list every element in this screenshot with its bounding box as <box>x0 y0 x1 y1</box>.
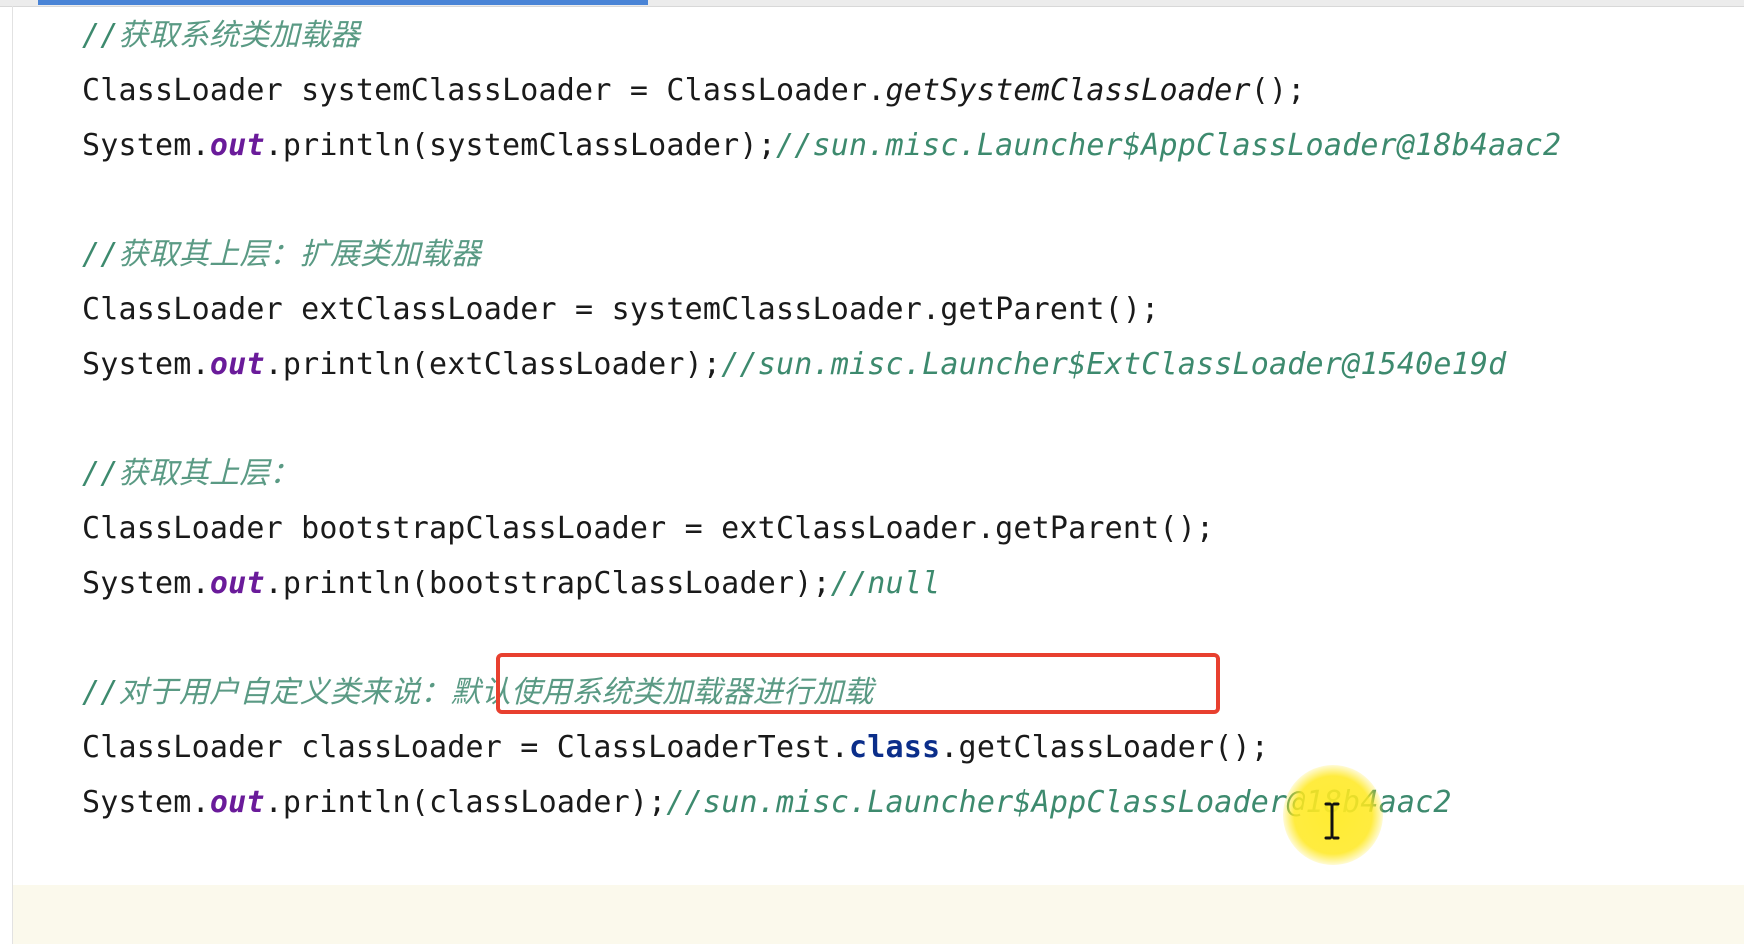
code-comment-line: //获取系统类加载器 <box>82 8 1722 63</box>
comment-chinese-text: 获取其上层：扩展类加载器 <box>118 237 481 272</box>
comment-chinese-text: 获取其上层： <box>118 456 300 491</box>
comment-text: //获取其上层： <box>82 456 300 491</box>
code-line: ClassLoader bootstrapClassLoader = extCl… <box>82 501 1722 556</box>
code-token-plain: ClassLoader extClassLoader = systemClass… <box>82 292 1160 327</box>
code-comment-line: //获取其上层：扩展类加载器 <box>82 227 1722 282</box>
comment-text: //获取系统类加载器 <box>82 18 360 53</box>
comment-symbol-text: // <box>82 456 119 491</box>
annotation-highlight-box <box>496 653 1220 714</box>
code-line: System.out.println(systemClassLoader);//… <box>82 118 1722 173</box>
code-token-comment: //sun.misc.Launcher$AppClassLoader@18b4a… <box>775 128 1562 163</box>
code-line: System.out.println(bootstrapClassLoader)… <box>82 556 1722 611</box>
code-line: ClassLoader extClassLoader = systemClass… <box>82 282 1722 337</box>
code-line: ClassLoader classLoader = ClassLoaderTes… <box>82 720 1722 775</box>
code-token-plain: ClassLoader classLoader = ClassLoaderTes… <box>82 730 849 765</box>
editor-gutter <box>12 6 13 944</box>
code-line: System.out.println(classLoader);//sun.mi… <box>82 775 1722 830</box>
code-token-plain: ClassLoader systemClassLoader = ClassLoa… <box>82 73 886 108</box>
code-token-plain: ClassLoader bootstrapClassLoader = extCl… <box>82 511 1215 546</box>
code-token-comment: //sun.misc.Launcher$ExtClassLoader@1540e… <box>721 347 1507 382</box>
code-token-italic: getSystemClassLoader <box>885 73 1251 108</box>
code-token-plain: System. <box>82 785 210 820</box>
code-line: ClassLoader systemClassLoader = ClassLoa… <box>82 63 1722 118</box>
code-token-field: out <box>209 347 265 382</box>
code-token-plain: (); <box>1250 73 1306 108</box>
code-token-comment: //null <box>830 566 941 601</box>
code-token-keyword: class <box>848 730 941 765</box>
editor-tab-bar <box>0 0 1744 7</box>
code-token-field: out <box>209 128 265 163</box>
code-token-field: out <box>209 785 265 820</box>
code-token-plain: System. <box>82 128 210 163</box>
code-token-field: out <box>209 566 265 601</box>
editor-bottom-area <box>13 885 1744 944</box>
code-token-plain: .println(bootstrapClassLoader); <box>264 566 831 601</box>
comment-text: //获取其上层：扩展类加载器 <box>82 237 481 272</box>
code-token-plain: .println(classLoader); <box>264 785 667 820</box>
code-token-plain: .println(extClassLoader); <box>264 347 722 382</box>
text-cursor-icon <box>1324 802 1340 840</box>
code-token-plain: .getClassLoader(); <box>940 730 1270 765</box>
active-editor-tab[interactable] <box>38 0 648 5</box>
code-token-plain: System. <box>82 566 210 601</box>
code-line: System.out.println(extClassLoader);//sun… <box>82 337 1722 392</box>
comment-symbol-text: // <box>82 675 119 710</box>
code-token-plain: .println(systemClassLoader); <box>264 128 776 163</box>
comment-symbol-text: // <box>82 237 119 272</box>
comment-symbol-text: // <box>82 18 119 53</box>
code-token-plain: System. <box>82 347 210 382</box>
comment-chinese-text: 获取系统类加载器 <box>118 18 361 53</box>
code-comment-line: //获取其上层： <box>82 446 1722 501</box>
